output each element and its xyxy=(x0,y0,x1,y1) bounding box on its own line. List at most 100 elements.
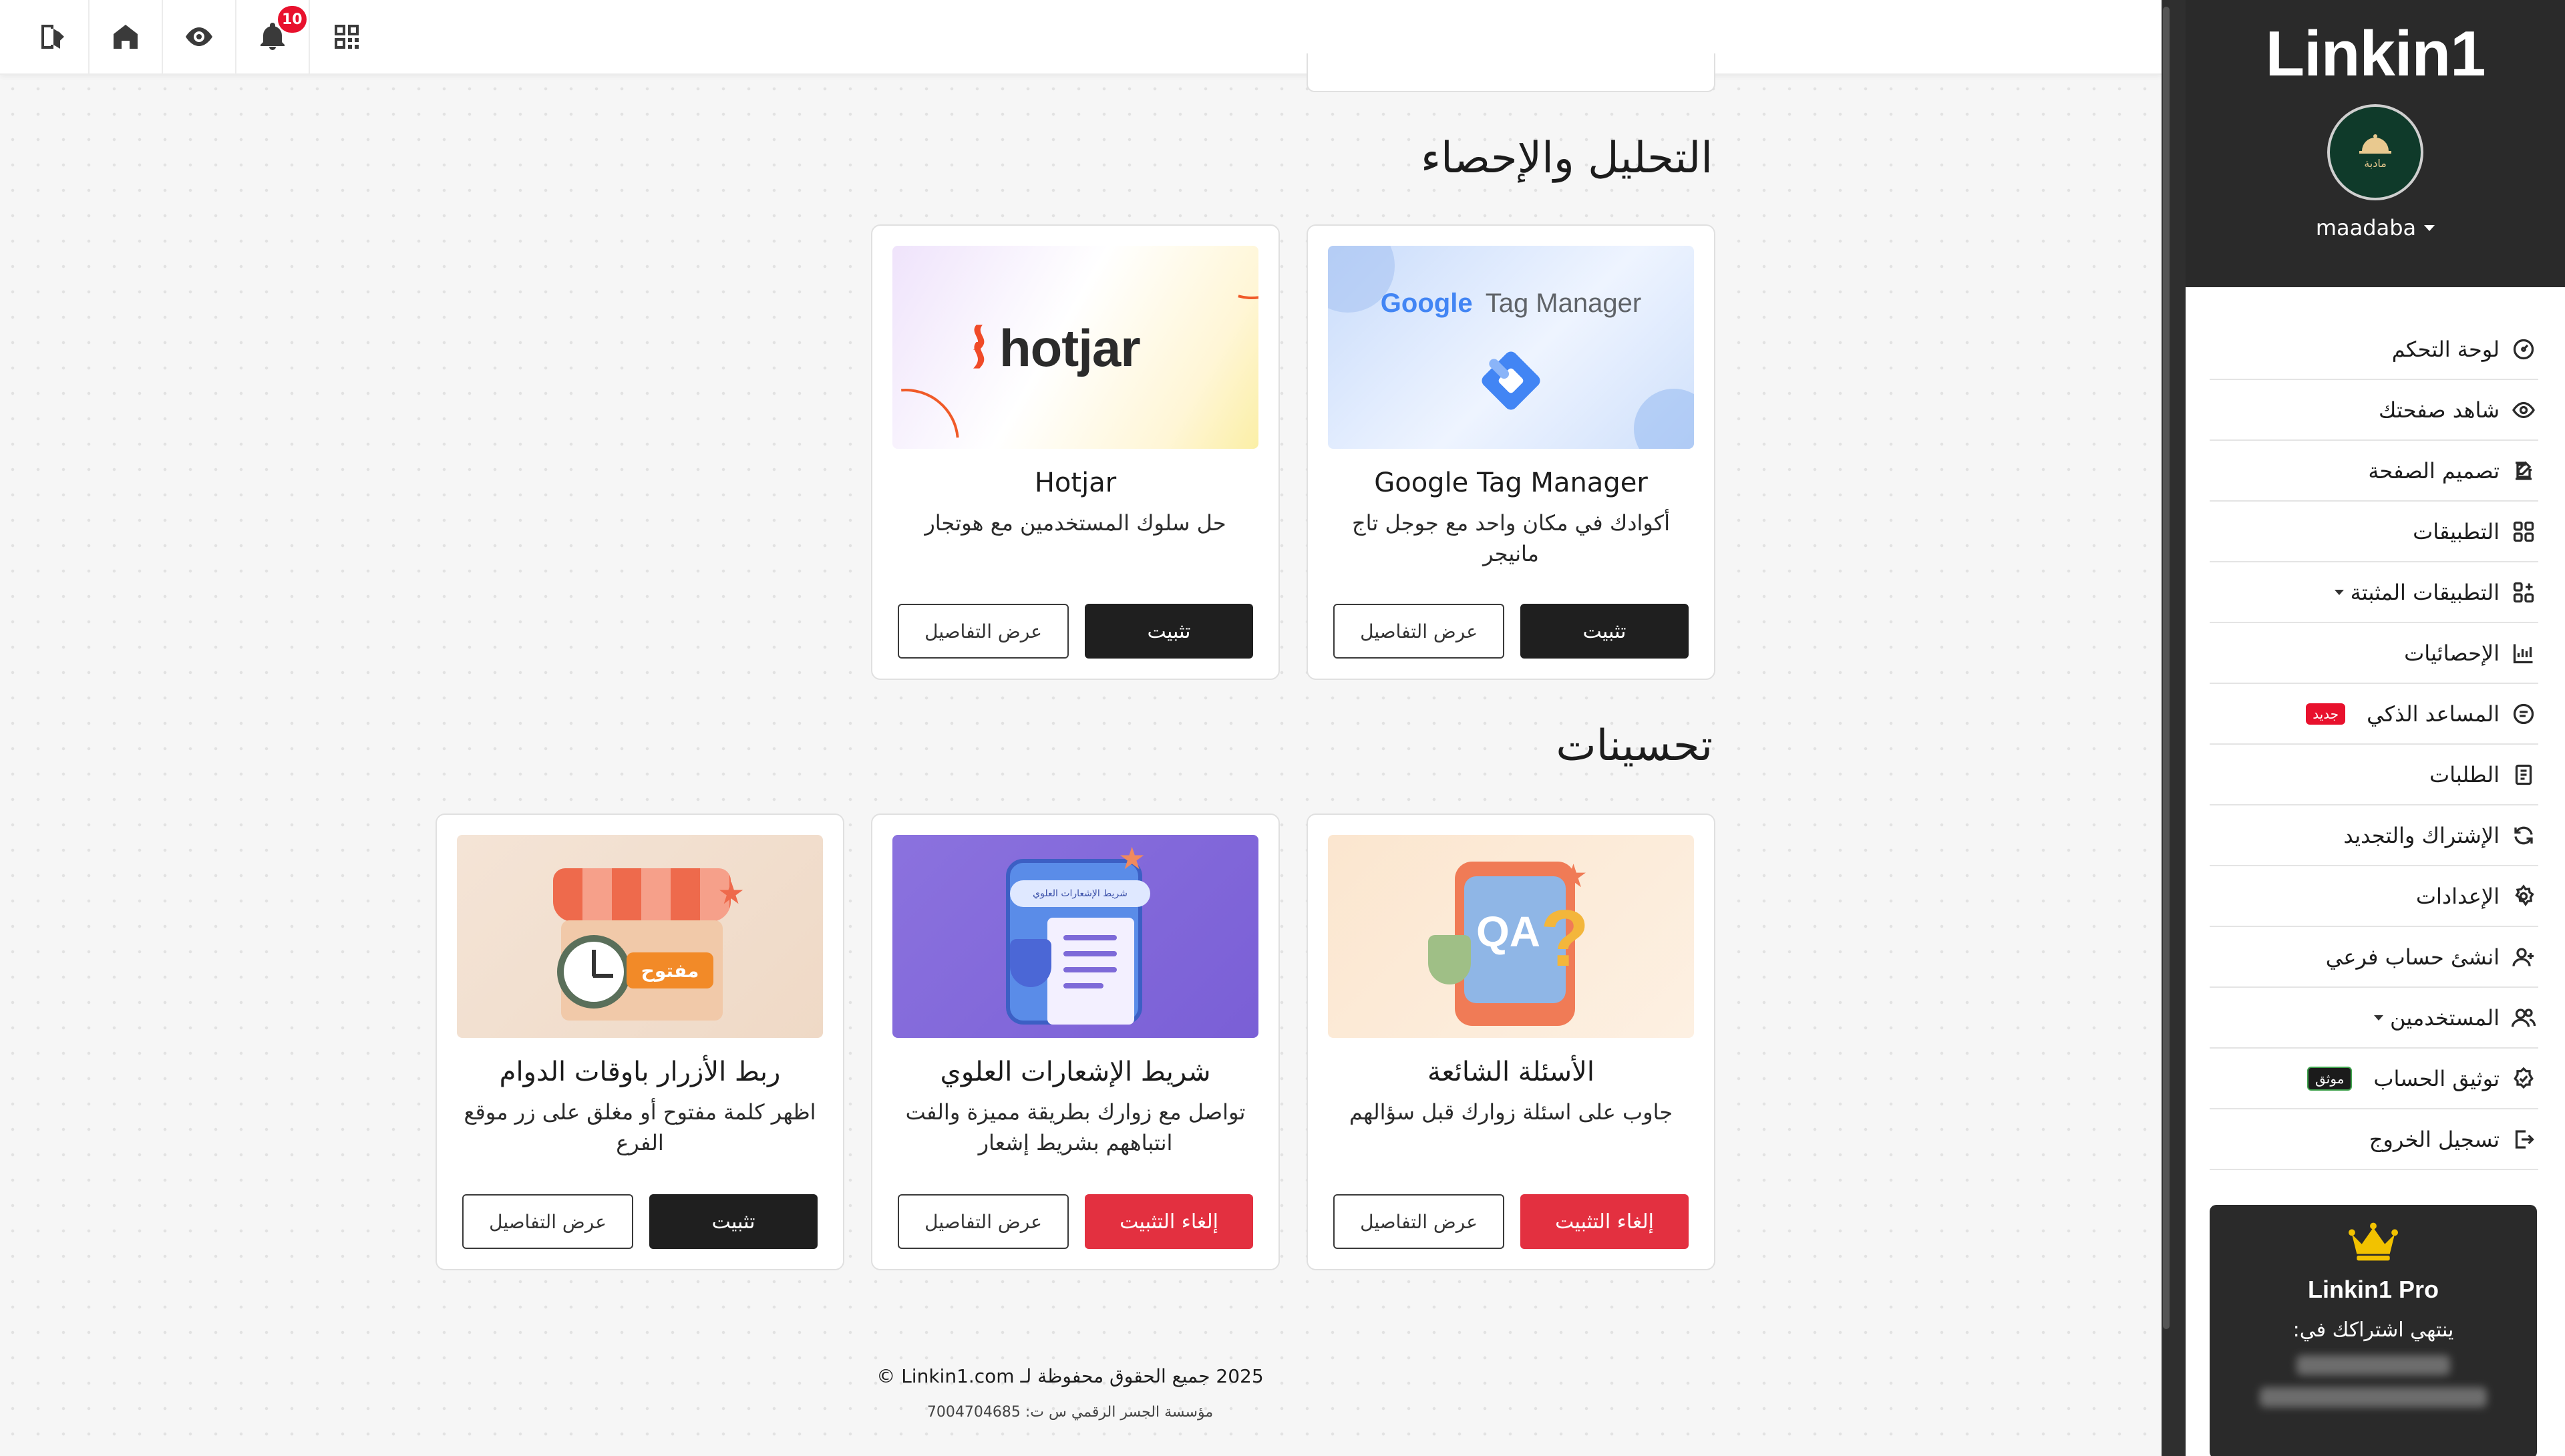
sidebar-item-page-design[interactable]: تصميم الصفحة xyxy=(2210,441,2538,502)
sidebar-item-installed-apps[interactable]: التطبيقات المثبتة xyxy=(2210,562,2538,623)
uninstall-button[interactable]: إلغاء التثبيت xyxy=(1085,1194,1253,1249)
chevron-down-icon xyxy=(2424,224,2435,231)
sidebar-item-label: تصميم الصفحة xyxy=(2368,458,2500,484)
logout-icon xyxy=(2515,1129,2534,1149)
settings-icon xyxy=(2515,884,2534,906)
sidebar-item-label: لوحة التحكم xyxy=(2391,336,2500,362)
sidebar-item-view-page[interactable]: شاهد صفحتك xyxy=(2210,380,2538,441)
card-description: تواصل مع زوارك بطريقة مميزة والفت انتباه… xyxy=(905,1099,1246,1155)
card-title: الأسئلة الشائعة xyxy=(1427,1057,1594,1087)
sidebar-item-orders[interactable]: الطلبات xyxy=(2210,745,2538,805)
qr-code-icon xyxy=(335,25,359,49)
card-description: جاوب على اسئلة زوارك قبل سؤالهم xyxy=(1349,1099,1673,1125)
logout-icon xyxy=(41,25,64,49)
crown-icon xyxy=(2349,1222,2398,1261)
sidebar-item-label: انشئ حساب فرعي xyxy=(2325,944,2500,970)
install-button[interactable]: تثبيت xyxy=(1085,604,1253,659)
store-awning xyxy=(553,868,731,922)
question-mark-icon: ? xyxy=(1540,894,1590,983)
star-icon: ★ xyxy=(717,875,745,911)
redacted-expiry-time xyxy=(2260,1387,2487,1407)
scrollbar-thumb[interactable] xyxy=(2163,7,2170,1329)
sidebar-header: Linkin1 مادبة maadaba xyxy=(2186,0,2565,287)
sidebar-item-users[interactable]: المستخدمين xyxy=(2210,988,2538,1049)
sidebar-item-apps[interactable]: التطبيقات xyxy=(2210,502,2538,562)
sidebar-item-label: تسجيل الخروج xyxy=(2369,1126,2500,1152)
chevron-down-icon xyxy=(2374,1015,2384,1021)
view-details-button[interactable]: عرض التفاصيل xyxy=(898,1194,1069,1249)
card-actions: عرض التفاصيل تثبيت xyxy=(898,604,1253,659)
card-title: Hotjar xyxy=(1034,468,1117,498)
notification-banner: شريط الإشعارات العلوي xyxy=(1010,880,1150,907)
pro-expiry-label: ينتهي اشتراكك في: xyxy=(2292,1318,2454,1342)
view-details-button[interactable]: عرض التفاصيل xyxy=(1333,1194,1504,1249)
sidebar-item-logout[interactable]: تسجيل الخروج xyxy=(2210,1109,2538,1170)
ai-icon xyxy=(2513,703,2534,724)
verified-badge: موثق xyxy=(2307,1066,2353,1091)
section-title-analytics: التحليل والإحصاء xyxy=(1420,134,1713,183)
sidebar: Linkin1 مادبة maadaba لوحة التحكم شاهد ص… xyxy=(2171,0,2565,1456)
account-switcher[interactable]: maadaba xyxy=(2316,215,2435,240)
previous-card-bottom xyxy=(1307,53,1715,92)
card-title: Google Tag Manager xyxy=(1374,468,1648,498)
footer-copyright: 2025 جميع الحقوق محفوظة لـ Linkin1.com © xyxy=(876,1365,1264,1387)
view-details-button[interactable]: عرض التفاصيل xyxy=(1333,604,1504,659)
faq-image: QA ? ★ xyxy=(1328,835,1694,1038)
card-actions: عرض التفاصيل إلغاء التثبيت xyxy=(1333,1194,1689,1249)
sidebar-item-statistics[interactable]: الإحصائيات xyxy=(2210,623,2538,684)
eye-icon xyxy=(186,27,212,46)
logout-button[interactable] xyxy=(16,0,90,74)
sidebar-item-dashboard[interactable]: لوحة التحكم xyxy=(2210,319,2538,380)
preview-button[interactable] xyxy=(163,0,236,74)
gtm-google-text: Google xyxy=(1380,289,1473,318)
sidebar-item-label: المستخدمين xyxy=(2390,1005,2500,1031)
install-button[interactable]: تثبيت xyxy=(649,1194,818,1249)
hotjar-logo-icon xyxy=(973,325,985,369)
notification-count-badge: 10 xyxy=(278,6,307,33)
dashboard-icon xyxy=(2513,339,2534,359)
verified-icon xyxy=(2514,1067,2534,1089)
card-title: شريط الإشعارات العلوي xyxy=(940,1057,1211,1087)
sidebar-item-label: الإحصائيات xyxy=(2404,640,2500,666)
card-actions: عرض التفاصيل تثبيت xyxy=(1333,604,1689,659)
restaurant-logo-icon: مادبة xyxy=(2359,134,2391,170)
card-actions: عرض التفاصيل إلغاء التثبيت xyxy=(898,1194,1253,1249)
view-details-button[interactable]: عرض التفاصيل xyxy=(898,604,1069,659)
sidebar-item-label: الإعدادات xyxy=(2415,883,2500,909)
gtm-image: Google Tag Manager xyxy=(1328,246,1694,449)
gtm-logo-icon xyxy=(1482,351,1540,410)
card-description: أكوادك في مكان واحد مع جوجل تاج مانيجر xyxy=(1352,510,1670,566)
new-badge: جديد xyxy=(2306,703,2346,725)
sidebar-item-label: التطبيقات xyxy=(2413,518,2500,544)
notifications-button[interactable]: 10 xyxy=(236,0,310,74)
sidebar-item-label: شاهد صفحتك xyxy=(2378,397,2500,423)
app-card-notification-bar: شريط الإشعارات العلوي ★ شريط الإشعارات ا… xyxy=(871,813,1280,1270)
app-card-faq: QA ? ★ الأسئلة الشائعة جاوب على اسئلة زو… xyxy=(1307,813,1715,1270)
orders-icon xyxy=(2515,764,2532,785)
view-details-button[interactable]: عرض التفاصيل xyxy=(462,1194,633,1249)
brand-logo[interactable]: Linkin1 xyxy=(2265,17,2486,91)
add-user-icon xyxy=(2512,947,2534,966)
avatar[interactable]: مادبة xyxy=(2327,104,2423,200)
shield-icon xyxy=(1428,935,1471,984)
account-name: maadaba xyxy=(2315,215,2417,240)
avatar-text: مادبة xyxy=(2364,157,2387,170)
home-button[interactable] xyxy=(90,0,163,74)
sidebar-item-settings[interactable]: الإعدادات xyxy=(2210,866,2538,927)
footer-company: مؤسسة الجسر الرقمي س ت: 7004704685 xyxy=(926,1404,1214,1421)
faq-qa-text: QA xyxy=(1476,908,1540,956)
sidebar-item-verify-account[interactable]: موثق توثيق الحساب xyxy=(2210,1049,2538,1109)
card-description: اظهر كلمة مفتوح أو مغلق على زر موقع الفر… xyxy=(464,1099,816,1155)
sidebar-item-subscription[interactable]: الإشتراك والتجديد xyxy=(2210,805,2538,866)
uninstall-button[interactable]: إلغاء التثبيت xyxy=(1520,1194,1689,1249)
qr-code-button[interactable] xyxy=(310,0,383,74)
chart-icon xyxy=(2513,644,2533,663)
open-sign: مفتوح xyxy=(627,952,713,988)
sidebar-item-ai-assistant[interactable]: جديد المساعد الذكي xyxy=(2210,684,2538,745)
home-icon xyxy=(114,25,138,49)
hotjar-wordmark: hotjar xyxy=(999,319,1141,377)
gtm-tag-manager-text: Tag Manager xyxy=(1485,289,1642,318)
install-button[interactable]: تثبيت xyxy=(1520,604,1689,659)
pro-title: Linkin1 Pro xyxy=(2307,1276,2439,1303)
sidebar-item-create-subaccount[interactable]: انشئ حساب فرعي xyxy=(2210,927,2538,988)
